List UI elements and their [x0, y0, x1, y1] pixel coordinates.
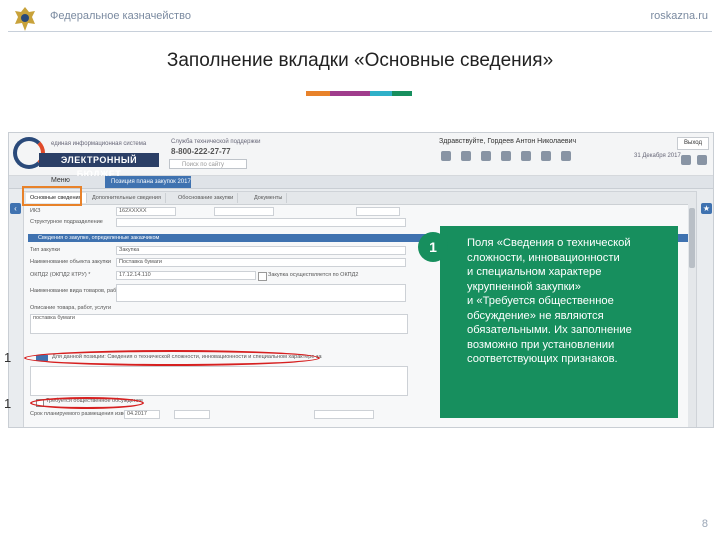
accent-bar-green	[392, 91, 412, 96]
tab-documents[interactable]: Документы	[250, 193, 288, 203]
highlight-ellipse-public-discussion	[30, 397, 144, 409]
help-icon[interactable]	[561, 151, 571, 161]
site-link[interactable]: roskazna.ru	[651, 10, 708, 22]
field-ikz-part3[interactable]	[356, 207, 400, 216]
field-label-type: Тип закупки	[30, 247, 60, 253]
favorite-star-icon[interactable]: ★	[701, 203, 712, 214]
accent-bar-teal	[370, 91, 392, 96]
tab-additional-info[interactable]: Дополнительные сведения	[88, 193, 166, 203]
exit-button[interactable]: Выход	[677, 137, 709, 150]
field-division[interactable]	[116, 218, 406, 227]
sidebar-toggle-icon[interactable]: ‹	[10, 203, 21, 214]
org-name: Федеральное казначейство	[50, 10, 191, 22]
emblem-icon	[15, 7, 35, 31]
marker-label-2: 1	[4, 396, 12, 411]
logo-subtitle: единая информационная система	[51, 141, 147, 147]
messages-icon[interactable]	[501, 151, 511, 161]
accent-bar-orange	[306, 91, 330, 96]
field-goods-kind[interactable]	[116, 284, 406, 302]
tab-justification[interactable]: Обоснование закупки	[174, 193, 239, 203]
okpd2-check-label: Закупка осуществляется по ОКПД2	[268, 272, 359, 278]
header-divider	[8, 31, 712, 32]
support-phone: 8-800-222-27-77	[171, 147, 231, 156]
field-object[interactable]: Поставка бумаги	[116, 258, 406, 267]
field-label-ikz: ИКЗ	[30, 208, 41, 214]
field-label-division: Структурное подразделение	[30, 219, 103, 225]
slide-title: Заполнение вкладки «Основные сведения»	[166, 50, 554, 71]
search-input[interactable]: Поиск по сайту	[169, 159, 247, 169]
menu-button[interactable]: Меню	[51, 177, 70, 184]
callout-number: 1	[418, 232, 448, 262]
reports-icon[interactable]	[521, 151, 531, 161]
fullscreen-icon[interactable]	[697, 155, 707, 165]
okpd2-checkbox[interactable]	[258, 272, 267, 281]
accent-bar-purple	[330, 91, 370, 96]
field-description[interactable]: поставка бумаги	[30, 314, 408, 334]
current-date: 31 Декабря 2017	[634, 153, 681, 159]
callout-text: Поля «Сведения о технической сложности, …	[467, 237, 632, 365]
settings-icon[interactable]	[541, 151, 551, 161]
field-okpd2[interactable]: 17.12.14.110	[116, 271, 256, 280]
open-document-tab[interactable]: Позиция плана закупок 2017	[105, 176, 191, 188]
field-ikz-part2[interactable]	[214, 207, 274, 216]
support-label: Служба технической поддержки	[171, 139, 261, 145]
user-greeting: Здравствуйте, Гордеев Антон Николаевич	[439, 138, 577, 145]
documents-icon[interactable]	[481, 151, 491, 161]
active-tab-highlight	[22, 186, 82, 206]
field-type[interactable]: Закупка	[116, 246, 406, 255]
field-deadline-end[interactable]	[174, 410, 210, 419]
close-icon[interactable]	[681, 155, 691, 165]
highlight-ellipse-tech-complexity	[24, 350, 320, 366]
form-scrollbar-thumb[interactable]	[689, 208, 695, 268]
field-ikz[interactable]: 162XXXXX	[116, 207, 176, 216]
field-label-okpd2: ОКПД2 (ОКПД2 КТРУ) *	[30, 272, 91, 278]
field-label-description: Описание товара, работ, услуги	[30, 305, 112, 311]
page-number: 8	[701, 518, 708, 530]
form-tabs: Основные сведения Дополнительные сведени…	[24, 192, 696, 205]
field-guarantee[interactable]	[314, 410, 374, 419]
marker-label-1: 1	[4, 350, 12, 365]
home-icon[interactable]	[441, 151, 451, 161]
tech-complexity-field[interactable]	[30, 366, 408, 396]
field-label-object: Наименование объекта закупки	[30, 259, 111, 265]
logo-title: ЭЛЕКТРОННЫЙ БЮДЖЕТ	[39, 153, 159, 179]
tasks-icon[interactable]	[461, 151, 471, 161]
field-deadline[interactable]: 04.2017	[124, 410, 160, 419]
